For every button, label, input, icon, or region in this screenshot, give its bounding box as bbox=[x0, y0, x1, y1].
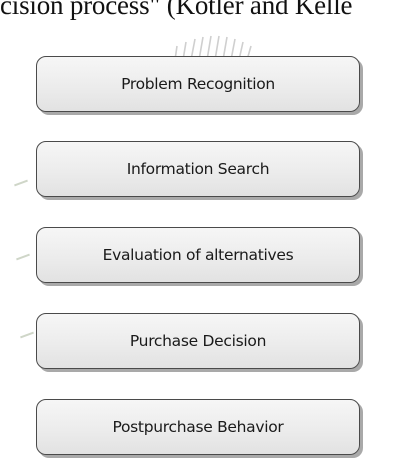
step-problem-recognition: Problem Recognition bbox=[36, 56, 360, 112]
step-label: Postpurchase Behavior bbox=[112, 418, 284, 436]
scan-mark bbox=[20, 331, 34, 339]
step-information-search: Information Search bbox=[36, 141, 360, 197]
step-label: Purchase Decision bbox=[129, 332, 267, 350]
header-text: cision process" (Kotler and Kelle bbox=[0, 0, 353, 20]
scan-mark bbox=[14, 179, 28, 187]
step-evaluation-of-alternatives: Evaluation of alternatives bbox=[36, 227, 360, 283]
step-label: Problem Recognition bbox=[121, 75, 275, 93]
step-purchase-decision: Purchase Decision bbox=[36, 313, 360, 369]
step-label: Evaluation of alternatives bbox=[102, 246, 294, 264]
step-postpurchase-behavior: Postpurchase Behavior bbox=[36, 399, 360, 455]
scan-mark bbox=[16, 253, 30, 261]
step-label: Information Search bbox=[126, 160, 270, 178]
